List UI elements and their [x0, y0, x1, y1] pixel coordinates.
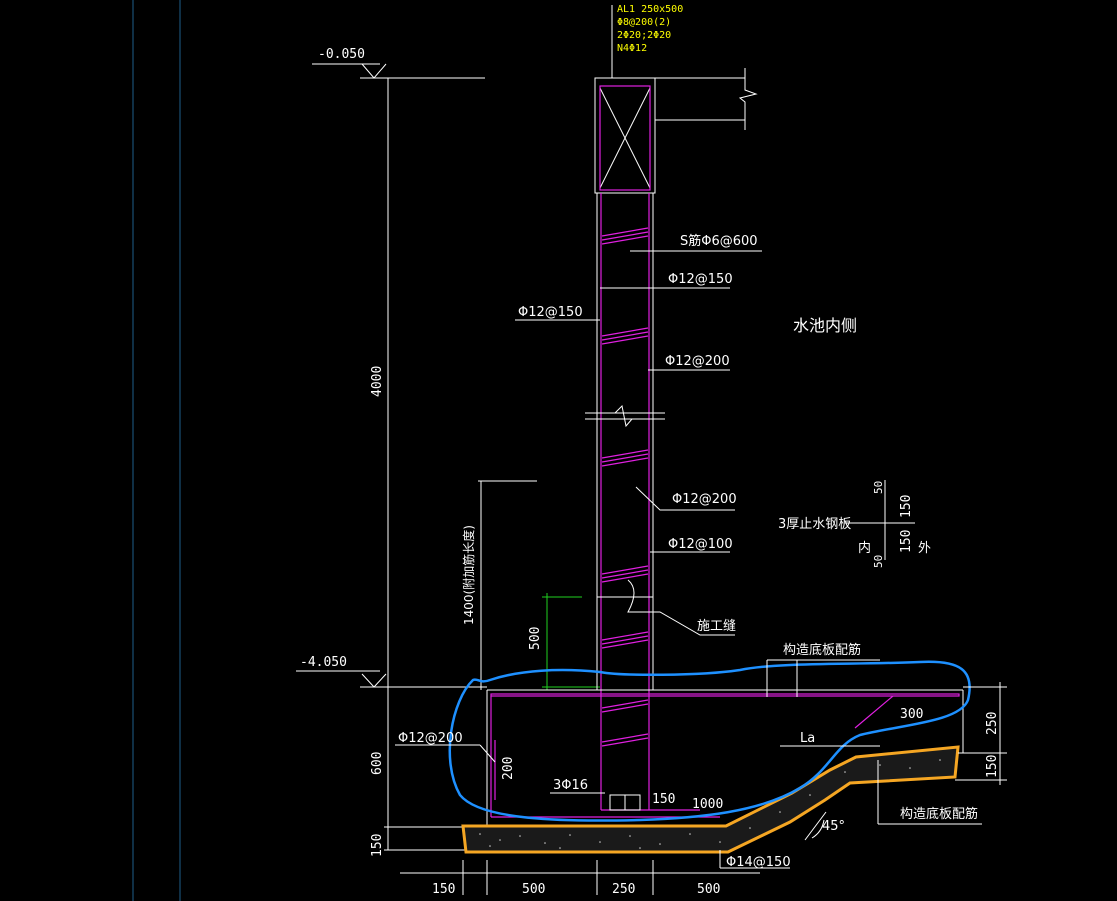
- label-s-tie: S筋Φ6@600: [680, 233, 758, 249]
- dim-inner-200: 200: [501, 757, 516, 780]
- dim-construction-joint: 500: [528, 593, 600, 690]
- beam-line-2: Φ8@200(2): [617, 17, 671, 28]
- dim-bottom: 150 500 250 500: [400, 860, 760, 897]
- detail-150b: 150: [899, 530, 914, 553]
- dim-bottom-500b: 500: [697, 882, 720, 897]
- detail-outer: 外: [918, 541, 931, 556]
- dim-500-green: 500: [528, 627, 543, 650]
- detail-inner: 内: [858, 540, 871, 556]
- label-constr-bottom: 构造底板配筋: [900, 806, 978, 822]
- wall: [585, 193, 665, 810]
- dim-250-right: 250: [985, 712, 1000, 735]
- label-three-bars: 3Φ16: [553, 778, 588, 793]
- dim-bottom-250: 250: [612, 882, 635, 897]
- label-constr-top: 构造底板配筋: [783, 642, 861, 658]
- beam-line-4: N4Φ12: [617, 43, 647, 54]
- dim-1400: 1400(附加筋长度): [461, 525, 476, 625]
- dim-600: 600: [370, 752, 385, 775]
- label-angle: 45°: [822, 819, 845, 834]
- label-r1: Φ12@150: [668, 272, 733, 287]
- dim-bottom-500a: 500: [522, 882, 545, 897]
- dim-4000: 4000: [370, 366, 385, 397]
- dim-150-left: 150: [370, 834, 385, 857]
- construction-joint-note: 施工缝: [627, 579, 736, 636]
- drawing-canvas: AL1 250x500 Φ8@200(2) 2Φ20;2Φ20 N4Φ12 -0…: [132, 0, 1007, 901]
- detail-50b: 50: [872, 555, 885, 568]
- elevation-bottom-label: -4.050: [300, 655, 347, 670]
- dim-inner-150: 150: [652, 792, 675, 807]
- dim-bottom-150: 150: [432, 882, 455, 897]
- waterstop-detail: 3厚止水钢板 50 150 150 50 内 外: [778, 480, 931, 568]
- detail-150a: 150: [899, 495, 914, 518]
- elevation-top-label: -0.050: [318, 47, 365, 62]
- rebar-labels: S筋Φ6@600 Φ12@150 Φ12@150 Φ12@200 Φ12@200…: [395, 233, 791, 870]
- label-footing-left: Φ12@200: [398, 731, 463, 746]
- dim-anchor-length: 1400(附加筋长度): [461, 480, 537, 690]
- beam-section: [594, 68, 758, 194]
- label-r3: Φ12@200: [672, 492, 737, 507]
- beam-annotation: AL1 250x500 Φ8@200(2) 2Φ20;2Φ20 N4Φ12: [611, 4, 683, 78]
- label-r2: Φ12@200: [665, 354, 730, 369]
- label-construction-joint: 施工缝: [697, 619, 736, 634]
- elevation-bottom: -4.050: [296, 655, 487, 688]
- elevation-top: -0.050: [312, 47, 485, 79]
- label-bottom-bar: Φ14@150: [726, 855, 791, 870]
- label-left-wall: Φ12@150: [518, 305, 583, 320]
- beam-line-3: 2Φ20;2Φ20: [617, 30, 671, 41]
- dim-inner-1000: 1000: [692, 797, 723, 812]
- label-pool-inside: 水池内侧: [793, 316, 857, 335]
- dim-inner-300: 300: [900, 707, 923, 722]
- label-waterstop: 3厚止水钢板: [778, 517, 851, 532]
- detail-50a: 50: [872, 481, 885, 494]
- label-la: La: [800, 731, 815, 746]
- dim-150-right: 150: [985, 755, 1000, 778]
- beam-line-1: AL1 250x500: [617, 4, 683, 15]
- label-r4: Φ12@100: [668, 537, 733, 552]
